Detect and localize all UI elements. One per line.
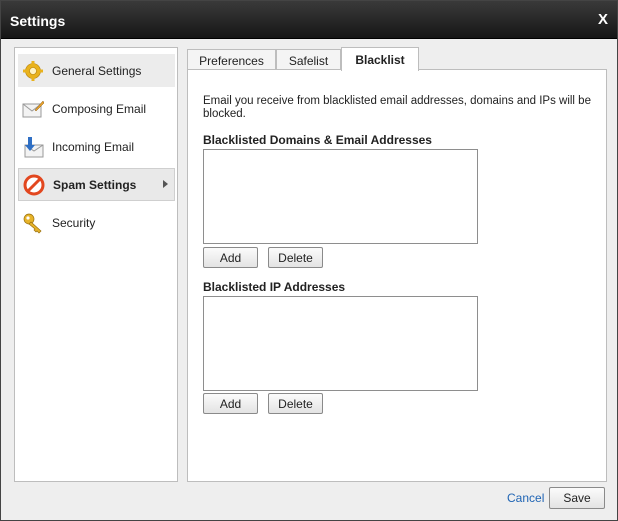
ip-addresses-label: Blacklisted IP Addresses [203,280,346,294]
compose-icon [22,98,44,120]
title-bar: Settings X [1,1,617,39]
add-domain-button[interactable]: Add [203,247,258,268]
key-icon [22,212,44,234]
sidebar-item-label: Composing Email [52,101,147,116]
add-ip-button[interactable]: Add [203,393,258,414]
blacklist-panel: Email you receive from blacklisted email… [187,69,607,482]
save-button[interactable]: Save [549,487,605,509]
sidebar-item-general-settings[interactable]: General Settings [18,54,175,87]
dialog-title: Settings [10,13,66,29]
sidebar-item-label: Security [52,215,96,230]
blacklisted-domains-list[interactable] [203,149,478,244]
gear-icon [22,60,44,82]
delete-ip-button[interactable]: Delete [268,393,323,414]
sidebar-item-label: General Settings [52,63,142,78]
blacklisted-ip-list[interactable] [203,296,478,391]
tab-blacklist[interactable]: Blacklist [341,47,419,71]
incoming-mail-icon [22,136,44,158]
sidebar-item-label: Spam Settings [53,177,137,192]
sidebar-item-incoming-email[interactable]: Incoming Email [18,130,175,163]
domains-label: Blacklisted Domains & Email Addresses [203,133,432,147]
sidebar: General Settings Composing Email Incomin… [14,47,178,482]
no-spam-icon [23,174,45,196]
tab-safelist[interactable]: Safelist [276,49,341,71]
sidebar-item-security[interactable]: Security [18,206,175,239]
tab-preferences[interactable]: Preferences [187,49,276,71]
delete-domain-button[interactable]: Delete [268,247,323,268]
cancel-link[interactable]: Cancel [507,491,544,505]
settings-dialog: Settings X General Settings Composing Em… [0,0,618,521]
chevron-right-icon [163,180,168,188]
sidebar-item-composing-email[interactable]: Composing Email [18,92,175,125]
sidebar-item-spam-settings[interactable]: Spam Settings [18,168,175,201]
blacklist-description: Email you receive from blacklisted email… [203,95,591,120]
sidebar-item-label: Incoming Email [52,139,135,154]
close-icon[interactable]: X [598,11,608,28]
